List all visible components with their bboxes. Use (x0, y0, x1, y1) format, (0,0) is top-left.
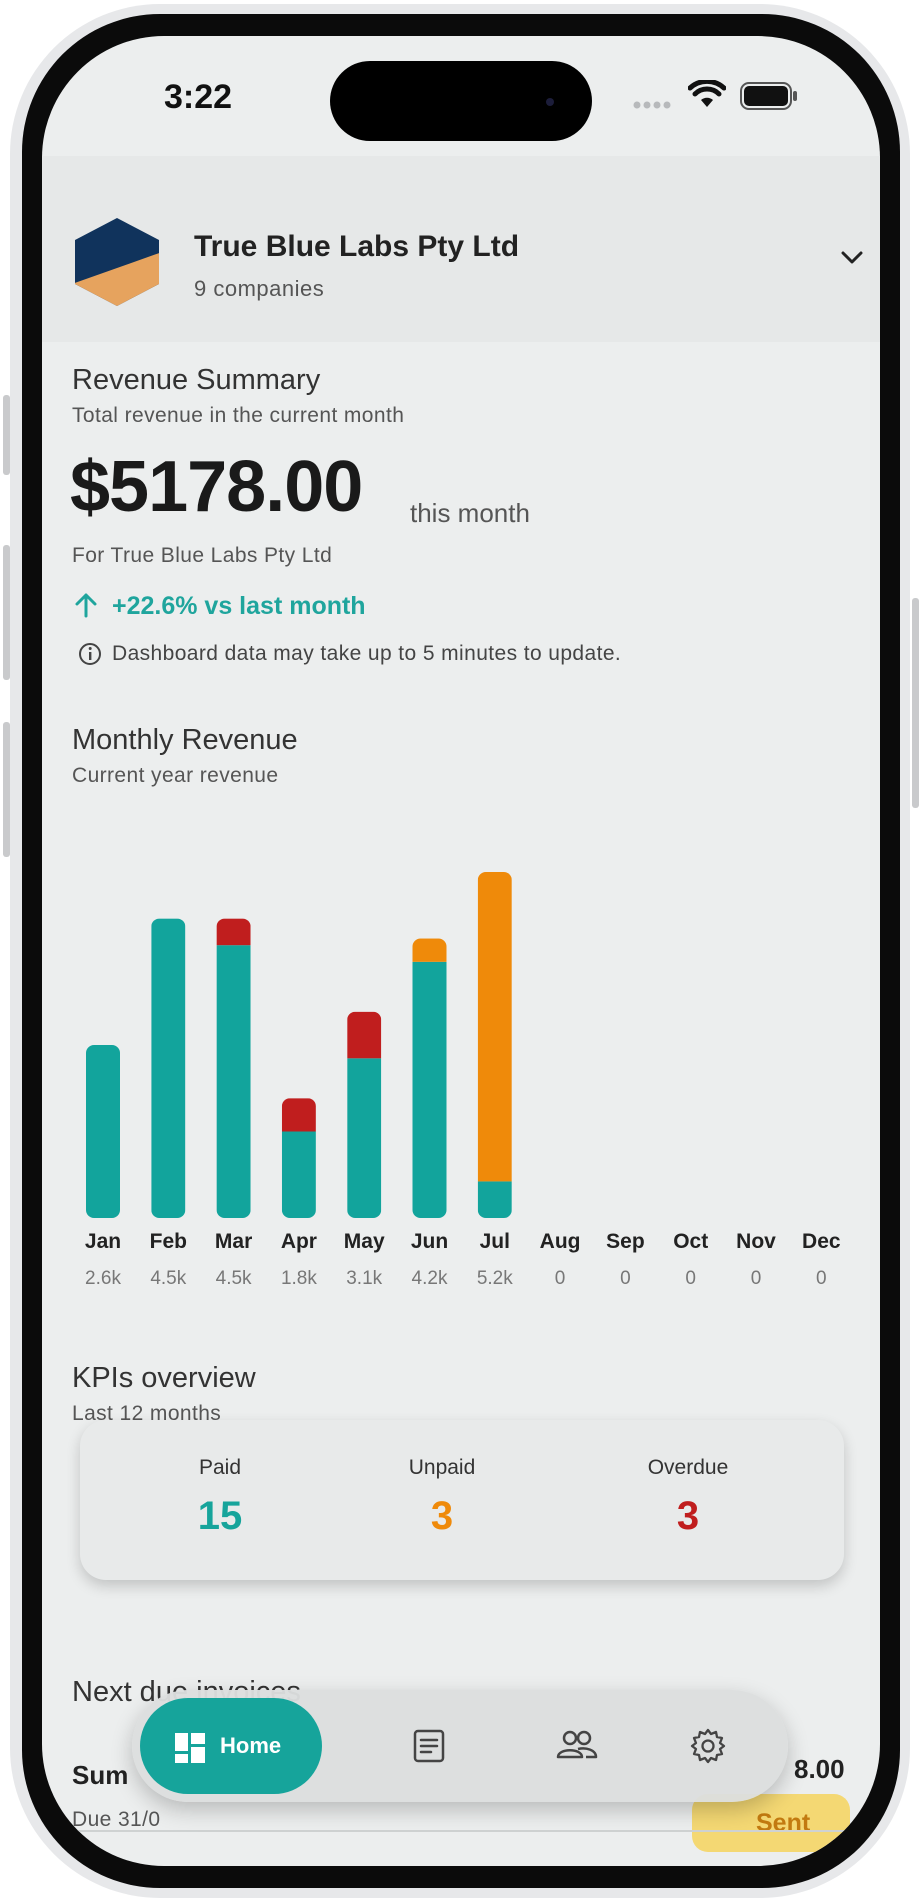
bar-mar (216, 918, 251, 1218)
kpi-unpaid-label: Unpaid (408, 1456, 476, 1479)
volume-up-button (3, 545, 10, 680)
bar-segment-mar-1 (216, 918, 251, 946)
company-name: True Blue Labs Pty Ltd (194, 230, 520, 263)
invoice-status-badge: Sent (692, 1794, 850, 1852)
kpi-unpaid[interactable]: Unpaid 3 (342, 1420, 542, 1539)
monthly-revenue-chart: Jan 2.6k Feb 4.5k Mar 4.5k Apr 1.8k May 3.1k Jun 4.… (85, 872, 841, 1289)
kpi-paid-value: 15 (197, 1494, 243, 1538)
month-label-oct: Oct (673, 1230, 708, 1253)
wifi-icon (688, 80, 726, 107)
month-label-mar: Mar (215, 1230, 252, 1253)
bar-segment-jun-0 (412, 961, 447, 1218)
month-label-jul: Jul (480, 1230, 510, 1253)
value-label-sep: 0 (620, 1268, 631, 1289)
invoice-status-label: Sent (756, 1809, 811, 1837)
value-label-jun: 4.2k (412, 1268, 448, 1289)
bar-feb (151, 918, 186, 1218)
bar-jan (86, 1045, 120, 1218)
month-label-may: May (344, 1230, 385, 1253)
chevron-down-icon[interactable] (840, 250, 864, 266)
bar-segment-may-1 (347, 1011, 382, 1059)
month-label-nov: Nov (736, 1230, 776, 1253)
list-divider (42, 1830, 880, 1832)
value-label-may: 3.1k (346, 1268, 382, 1289)
value-label-oct: 0 (685, 1268, 696, 1289)
kpi-paid-label: Paid (198, 1456, 242, 1479)
bar-segment-may-0 (347, 1058, 382, 1218)
bar-segment-feb-0 (151, 918, 186, 1218)
value-label-jan: 2.6k (85, 1268, 121, 1289)
value-label-dec: 0 (816, 1268, 827, 1289)
kpi-overdue-value: 3 (676, 1494, 700, 1538)
month-label-jun: Jun (411, 1230, 448, 1253)
arrow-up-icon (75, 593, 97, 618)
nav-home-button[interactable]: Home (140, 1698, 322, 1794)
invoice-amount: 8.00 (794, 1754, 845, 1784)
power-button (912, 598, 919, 808)
revenue-trend: +22.6% vs last month (112, 592, 366, 620)
customers-icon[interactable] (556, 1728, 598, 1760)
value-label-aug: 0 (555, 1268, 566, 1289)
kpis-title: KPIs overview (72, 1362, 256, 1394)
kpi-card: Paid 15 Unpaid 3 Overdue 3 (80, 1420, 844, 1580)
value-label-nov: 0 (751, 1268, 762, 1289)
bar-segment-mar-0 (216, 945, 251, 1218)
revenue-period: this month (410, 498, 530, 528)
dashboard-icon (175, 1733, 205, 1763)
kpi-unpaid-value: 3 (430, 1494, 454, 1538)
kpi-overdue[interactable]: Overdue 3 (588, 1420, 788, 1539)
status-time: 3:22 (164, 78, 233, 116)
volume-down-button (3, 722, 10, 857)
value-label-jul: 5.2k (477, 1268, 513, 1289)
revenue-summary-subtitle: Total revenue in the current month (72, 404, 405, 427)
info-icon (79, 643, 101, 665)
month-label-feb: Feb (150, 1230, 187, 1253)
company-switcher[interactable]: True Blue Labs Pty Ltd 9 companies (42, 156, 880, 342)
invoice-icon[interactable] (412, 1728, 446, 1764)
invoice-name: Sum (72, 1760, 129, 1790)
revenue-summary-title: Revenue Summary (72, 364, 321, 396)
bar-segment-apr-0 (281, 1131, 316, 1218)
value-label-mar: 4.5k (216, 1268, 252, 1289)
status-bar: 3:22 (42, 36, 880, 156)
revenue-company: For True Blue Labs Pty Ltd (72, 544, 333, 567)
month-label-apr: Apr (281, 1230, 317, 1253)
month-label-dec: Dec (802, 1230, 841, 1253)
monthly-revenue-subtitle: Current year revenue (72, 764, 279, 787)
bar-jun (412, 938, 447, 1218)
bar-may (347, 1011, 382, 1218)
bar-segment-jul-2 (477, 872, 512, 1182)
month-label-jan: Jan (85, 1230, 121, 1253)
nav-home-label: Home (220, 1733, 282, 1758)
signal-dots-icon (633, 101, 671, 109)
month-label-sep: Sep (606, 1230, 645, 1253)
value-label-feb: 4.5k (150, 1268, 186, 1289)
revenue-amount: $5178.00 (70, 447, 363, 527)
kpi-paid[interactable]: Paid 15 (120, 1420, 320, 1539)
bar-segment-jul-0 (477, 1181, 512, 1218)
month-label-aug: Aug (540, 1230, 581, 1253)
data-delay-notice: Dashboard data may take up to 5 minutes … (112, 642, 622, 665)
company-count: 9 companies (194, 276, 325, 301)
company-logo-icon (75, 218, 159, 306)
camera-dot (546, 98, 554, 106)
bar-segment-jun-2 (412, 938, 447, 962)
side-button (3, 395, 10, 475)
settings-icon[interactable] (690, 1728, 726, 1764)
value-label-apr: 1.8k (281, 1268, 317, 1289)
invoice-due: Due 31/0 (72, 1808, 161, 1831)
bottom-navigation: Home (132, 1690, 788, 1802)
monthly-revenue-title: Monthly Revenue (72, 724, 298, 756)
bar-apr (281, 1098, 316, 1218)
bar-jul (477, 872, 512, 1218)
bar-segment-apr-1 (281, 1098, 316, 1132)
kpi-overdue-label: Overdue (647, 1456, 729, 1479)
bar-segment-jan-0 (86, 1045, 120, 1218)
battery-icon (740, 82, 797, 110)
app-screen: 3:22 True Blue Labs Pty Ltd 9 companies … (42, 36, 880, 1866)
